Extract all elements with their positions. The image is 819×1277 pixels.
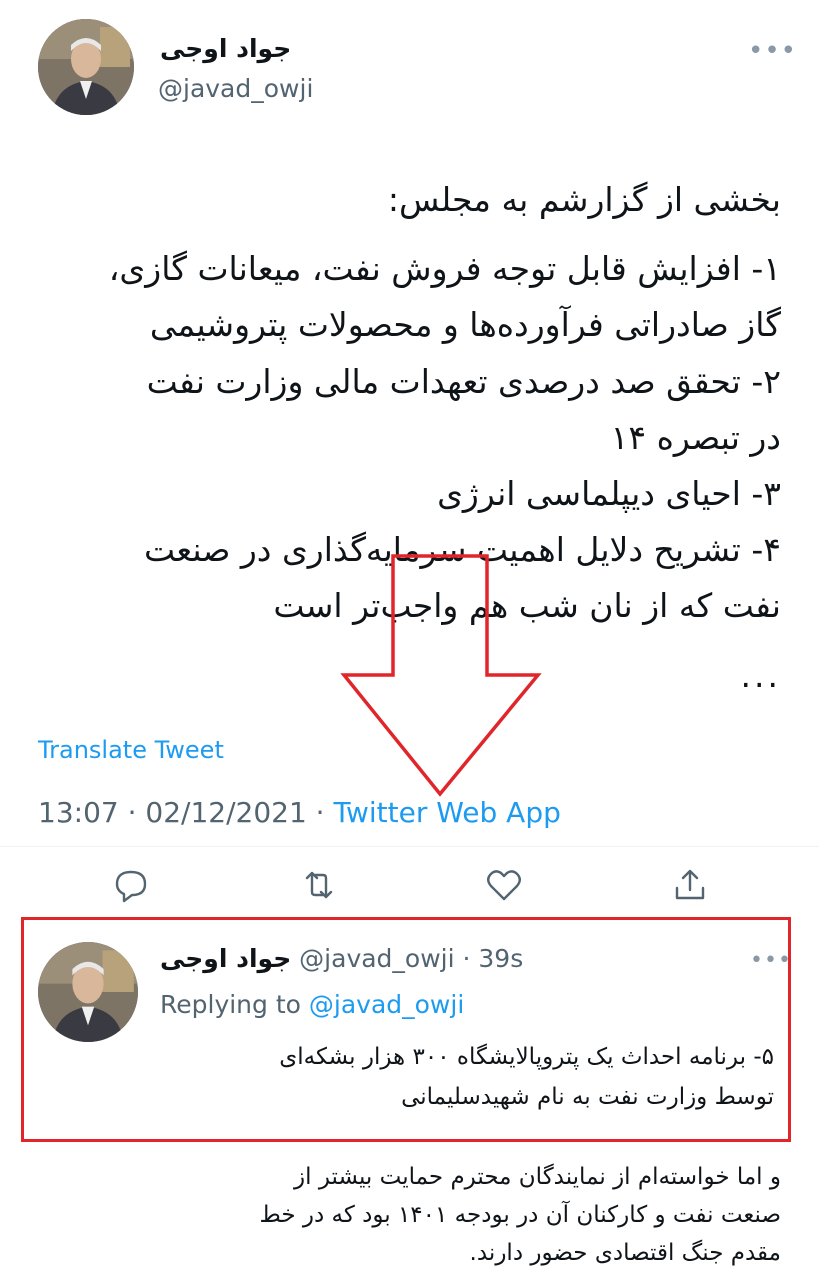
tweet-text-line: گاز صادراتی فرآورده‌ها و محصولات پتروشیم… [149, 305, 781, 344]
author-avatar[interactable] [38, 19, 134, 115]
reply-icon [115, 870, 147, 903]
tweet-ellipsis: ... [740, 656, 781, 695]
reply-header: جواد اوجی @javad_owji · 39s [160, 944, 523, 973]
annotation-arrow [340, 554, 542, 797]
avatar-photo [38, 19, 134, 115]
author-handle[interactable]: @javad_owji [158, 74, 313, 103]
caption-line: صنعت نفت و کارکنان آن در بودجه ۱۴۰۱ بود … [259, 1202, 782, 1228]
reply-time: · 39s [454, 944, 524, 973]
caption-line: مقدم جنگ اقتصادی حضور دارند. [469, 1240, 781, 1266]
tweet-text-line: ۱- افزایش قابل توجه فروش نفت، میعانات گا… [108, 249, 781, 288]
author-name[interactable]: جواد اوجی [160, 34, 291, 63]
like-button[interactable] [481, 862, 527, 908]
replying-to: Replying to @javad_owji [160, 990, 464, 1019]
replying-to-label: Replying to [160, 990, 309, 1019]
reply-button[interactable] [108, 862, 154, 908]
tweet-text-line: در تبصره ۱۴ [610, 418, 781, 457]
reply-author-handle[interactable]: @javad_owji [299, 944, 454, 973]
caption-line: و اما خواسته‌ام از نمایندگان محترم حمایت… [294, 1164, 781, 1190]
reply-author-avatar[interactable] [38, 942, 138, 1042]
tweet-text-line: ۳- احیای دیپلماسی انرژی [437, 474, 781, 513]
source-app-link[interactable]: Twitter Web App [333, 796, 560, 829]
replying-to-handle[interactable]: @javad_owji [309, 990, 464, 1019]
reply-text-line: ۵- برنامه احداث یک پتروپالایشگاه ۳۰۰ هزا… [279, 1044, 774, 1070]
like-icon [487, 870, 521, 901]
translate-tweet-link[interactable]: Translate Tweet [38, 736, 224, 764]
reply-more-options-icon[interactable]: ••• [750, 950, 792, 972]
divider [0, 846, 819, 847]
tweet-timestamp: 13:07 · 02/12/2021 · Twitter Web App [38, 796, 561, 829]
reply-author-name[interactable]: جواد اوجی [160, 944, 291, 973]
share-button[interactable] [667, 862, 713, 908]
retweet-icon [305, 871, 333, 899]
retweet-button[interactable] [296, 862, 342, 908]
tweet-text-line: بخشی از گزارشم به مجلس: [387, 180, 781, 219]
tweet-text-line: ۲- تحقق صد درصدی تعهدات مالی وزارت نفت [146, 362, 781, 401]
timestamp-text: 13:07 · 02/12/2021 · [38, 796, 334, 829]
share-icon [675, 869, 705, 900]
reply-text-line: توسط وزارت نفت به نام شهیدسلیمانی [401, 1084, 774, 1110]
more-options-icon[interactable]: ••• [748, 38, 797, 64]
avatar-photo [38, 942, 138, 1042]
